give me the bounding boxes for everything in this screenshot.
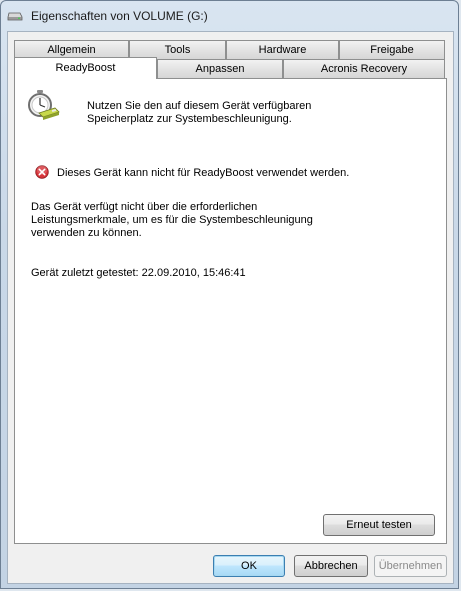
detail-line-2: Leistungsmerkmale, um es für die Systemb… (31, 214, 313, 226)
retest-button[interactable]: Erneut testen (323, 514, 435, 536)
title-bar[interactable]: Eigenschaften von VOLUME (G:) (1, 1, 458, 31)
cancel-button-label: Abbrechen (304, 560, 358, 572)
window-title: Eigenschaften von VOLUME (G:) (31, 9, 208, 23)
last-tested-text: Gerät zuletzt getestet: 22.09.2010, 15:4… (31, 267, 246, 279)
tab-readyboost[interactable]: ReadyBoost (14, 57, 157, 79)
tab-hardware[interactable]: Hardware (226, 40, 339, 59)
intro-line-1: Nutzen Sie den auf diesem Gerät verfügba… (87, 100, 312, 112)
properties-window: Eigenschaften von VOLUME (G:) Allgemein … (0, 0, 459, 589)
error-message: Dieses Gerät kann nicht für ReadyBoost v… (57, 167, 350, 179)
apply-button-label: Übernehmen (378, 560, 443, 572)
dialog-client-area: Allgemein Tools Hardware Freigabe ReadyB… (7, 31, 454, 584)
tab-freigabe[interactable]: Freigabe (339, 40, 445, 59)
intro-line-2: Speicherplatz zur Systembeschleunigung. (87, 113, 292, 125)
detail-line-3: verwenden zu können. (31, 227, 142, 239)
ok-button-label: OK (241, 560, 257, 572)
error-icon (35, 165, 49, 179)
cancel-button[interactable]: Abbrechen (294, 555, 368, 577)
apply-button[interactable]: Übernehmen (374, 555, 447, 577)
detail-line-1: Das Gerät verfügt nicht über die erforde… (31, 201, 258, 213)
retest-button-label: Erneut testen (346, 519, 412, 531)
tab-acronis-recovery[interactable]: Acronis Recovery (283, 59, 445, 78)
ok-button[interactable]: OK (213, 555, 285, 577)
readyboost-stopwatch-icon (28, 90, 60, 120)
readyboost-tab-page: Nutzen Sie den auf diesem Gerät verfügba… (14, 78, 447, 544)
drive-icon (7, 12, 23, 21)
tab-anpassen[interactable]: Anpassen (157, 59, 283, 78)
